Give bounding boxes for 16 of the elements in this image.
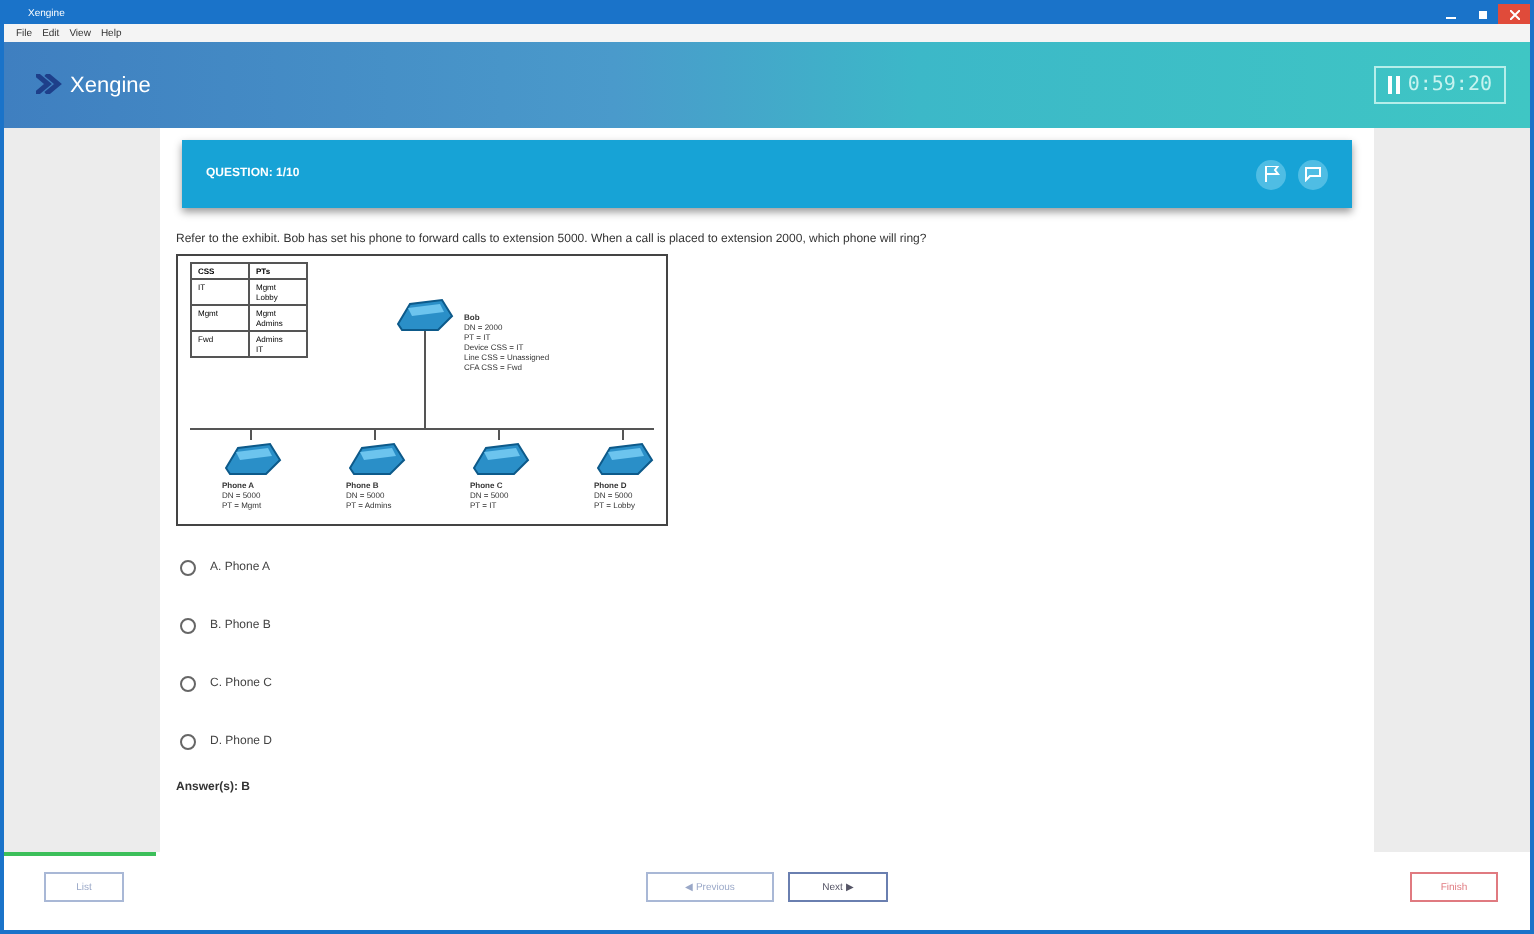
comment-icon[interactable] (1298, 159, 1328, 189)
timer-text: 0:59:20 (1407, 74, 1492, 96)
phone-icon (470, 440, 530, 476)
logo-text: Xengine (70, 73, 151, 97)
radio-button[interactable] (180, 560, 196, 576)
phone-icon (394, 296, 454, 332)
flag-icon[interactable] (1256, 159, 1286, 189)
close-icon (1509, 9, 1519, 19)
phone-icon (222, 440, 282, 476)
radio-button[interactable] (180, 734, 196, 750)
maximize-icon (1477, 9, 1487, 19)
radio-button[interactable] (180, 676, 196, 692)
phone-icon (346, 440, 406, 476)
phone-icon (594, 440, 654, 476)
radio-button[interactable] (180, 618, 196, 634)
close-button[interactable] (1498, 4, 1530, 24)
